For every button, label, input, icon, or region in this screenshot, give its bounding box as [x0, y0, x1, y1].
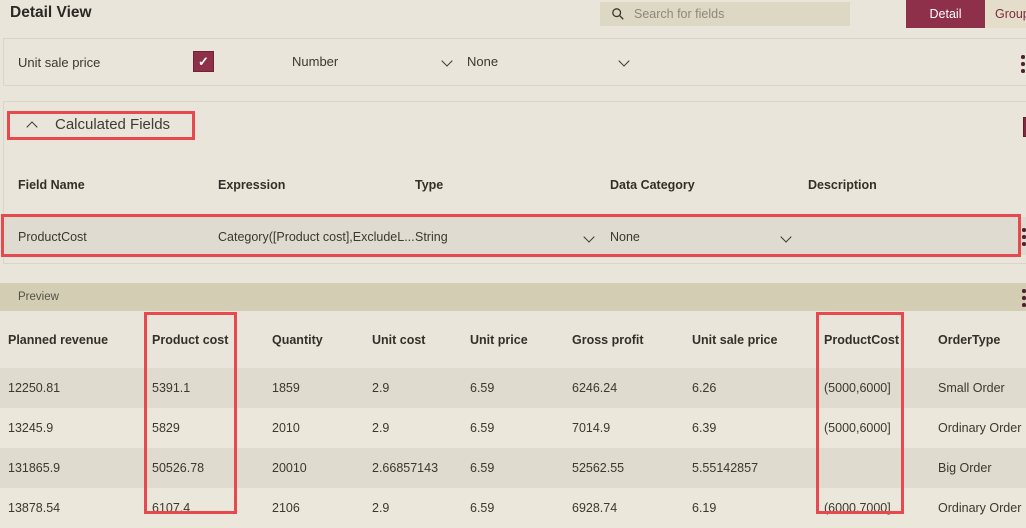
- preview-cell: (5000,6000]: [824, 381, 891, 395]
- preview-header-row: Planned revenue Product cost Quantity Unit …: [0, 311, 1026, 368]
- preview-cell: 6.39: [692, 421, 717, 435]
- preview-column-header: Unit price: [470, 332, 528, 347]
- preview-cell: 2.66857143: [372, 461, 439, 475]
- preview-cell: 7014.9: [572, 421, 611, 435]
- checkmark-icon: ✓: [198, 53, 209, 69]
- preview-column-header: Planned revenue: [8, 332, 109, 347]
- preview-column-header: Product cost: [152, 332, 229, 347]
- preview-cell: 5829: [152, 421, 180, 435]
- calculated-field-row: [4, 217, 1026, 255]
- preview-cell: 50526.78: [152, 461, 205, 475]
- preview-column-header: Unit sale price: [692, 332, 778, 347]
- detail-view-screen: { "window": { "title": "Detail View" }, …: [0, 0, 1026, 528]
- field-row-kebab-menu-icon[interactable]: [1021, 55, 1025, 73]
- calc-data-category-dropdown-value[interactable]: None: [610, 230, 640, 244]
- preview-cell: 2.9: [372, 421, 390, 435]
- field-data-category-dropdown-value[interactable]: None: [467, 54, 498, 69]
- preview-cell: (6000,7000]: [824, 501, 891, 515]
- preview-cell: [816, 448, 930, 488]
- group-tab-button[interactable]: Group: [985, 0, 1026, 28]
- preview-title: Preview: [18, 291, 59, 303]
- search-input[interactable]: [632, 6, 826, 22]
- calc-header-expression: Expression: [218, 178, 286, 192]
- calc-type-dropdown-value[interactable]: String: [415, 230, 448, 244]
- calc-header-description: Description: [808, 178, 877, 192]
- calc-field-name-cell[interactable]: ProductCost: [18, 230, 87, 244]
- field-name-label: Unit sale price: [18, 55, 101, 70]
- preview-cell: 6.59: [470, 421, 495, 435]
- preview-row: 13245.9 5829 2010 2.9 6.59 7014.9 6.39 (5000,60…: [0, 408, 1026, 448]
- calc-header-field-name: Field Name: [18, 178, 85, 192]
- field-type-dropdown-value[interactable]: Number: [292, 54, 338, 69]
- preview-body: 12250.81 5391.1 1859 2.9 6.59 6246.24 6.26 (500…: [0, 368, 1026, 528]
- preview-cell: 1859: [272, 381, 300, 395]
- preview-column-header: OrderType: [938, 332, 1001, 347]
- preview-cell: 2106: [272, 501, 300, 515]
- preview-cell: 6.59: [470, 461, 495, 475]
- preview-table: Planned revenue Product cost Quantity Unit …: [0, 311, 1026, 528]
- calc-row-kebab-menu-icon[interactable]: [1022, 228, 1026, 246]
- preview-cell: (5000,6000]: [824, 421, 891, 435]
- preview-kebab-menu-icon[interactable]: [1022, 289, 1026, 307]
- field-visible-checkbox[interactable]: ✓: [193, 51, 214, 72]
- preview-cell: Big Order: [938, 461, 992, 475]
- preview-cell: 2.9: [372, 381, 390, 395]
- calc-expression-cell[interactable]: Category([Product cost],ExcludeL...: [218, 230, 415, 244]
- calc-header-data-category: Data Category: [610, 178, 695, 192]
- preview-cell: 2010: [272, 421, 300, 435]
- preview-bar: Preview: [0, 283, 1026, 311]
- calc-header-type: Type: [415, 178, 444, 192]
- preview-cell: 6.26: [692, 381, 717, 395]
- preview-cell: 131865.9: [8, 461, 61, 475]
- preview-cell: 6.59: [470, 381, 495, 395]
- preview-column-header: ProductCost: [824, 332, 899, 347]
- preview-cell: 5.55142857: [692, 461, 759, 475]
- search-icon: [612, 8, 624, 20]
- calculated-fields-section-title[interactable]: Calculated Fields: [55, 116, 170, 133]
- preview-cell: Small Order: [938, 381, 1005, 395]
- preview-cell: 6.59: [470, 501, 495, 515]
- preview-cell: 2.9: [372, 501, 390, 515]
- preview-cell: 6.19: [692, 501, 717, 515]
- preview-cell: 5391.1: [152, 381, 191, 395]
- preview-cell: 20010: [272, 461, 307, 475]
- preview-cell: 6246.24: [572, 381, 618, 395]
- preview-cell: 12250.81: [8, 381, 61, 395]
- search-field-container: [600, 2, 850, 26]
- preview-column-header: Quantity: [272, 332, 323, 347]
- preview-row: 13878.54 6107.4 2106 2.9 6.59 6928.74 6.19 (600…: [0, 488, 1026, 528]
- preview-cell: 6107.4: [152, 501, 191, 515]
- preview-cell: Ordinary Order: [938, 501, 1022, 515]
- preview-row: 12250.81 5391.1 1859 2.9 6.59 6246.24 6.26 (500…: [0, 368, 1026, 408]
- preview-cell: 13878.54: [8, 501, 61, 515]
- preview-row: 131865.9 50526.78 20010 2.66857143 6.59 52562…: [0, 448, 1026, 488]
- preview-column-header: Unit cost: [372, 332, 426, 347]
- preview-column-header: Gross profit: [572, 332, 644, 347]
- page-title: Detail View: [10, 4, 92, 21]
- preview-cell: 6928.74: [572, 501, 618, 515]
- preview-cell: Ordinary Order: [938, 421, 1022, 435]
- preview-cell: 52562.55: [572, 461, 625, 475]
- preview-cell: 13245.9: [8, 421, 54, 435]
- field-settings-row: [3, 38, 1026, 86]
- detail-tab-button[interactable]: Detail: [906, 0, 985, 28]
